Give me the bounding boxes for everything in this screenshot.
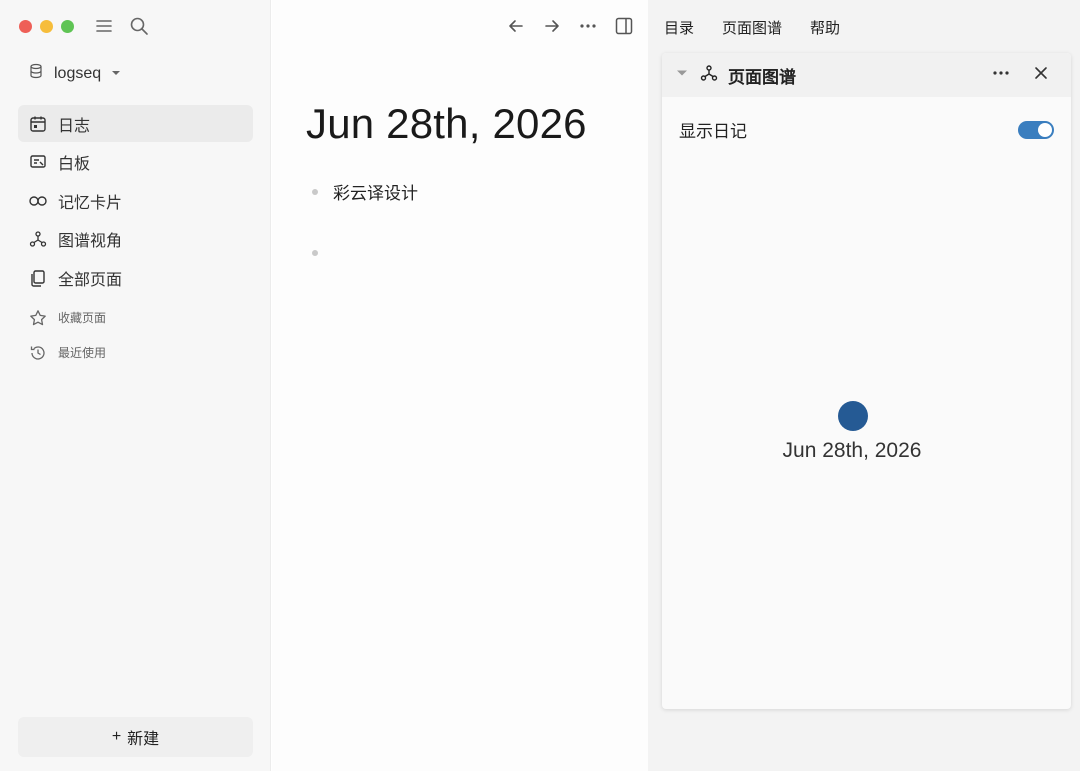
pages-icon — [28, 268, 48, 288]
workspace-name: logseq — [54, 64, 102, 82]
sidebar-item-journals[interactable]: 日志 — [18, 105, 253, 142]
graph-node-label[interactable]: Jun 28th, 2026 — [662, 439, 1042, 463]
collapse-caret-icon[interactable] — [676, 66, 688, 84]
sidebar-item-label: 全部页面 — [58, 271, 123, 289]
more-dots-icon[interactable] — [991, 63, 1011, 88]
block-bullet[interactable] — [312, 188, 318, 195]
sidebar-item-label: 白板 — [58, 156, 91, 173]
block-empty[interactable] — [312, 243, 333, 263]
toggle-right-sidebar-icon[interactable] — [612, 14, 636, 38]
minimize-window-button[interactable] — [40, 20, 53, 33]
sidebar-item-label: 记忆卡片 — [58, 194, 123, 212]
page-graph-panel: 页面图谱 显示日记 Jun 28th, 2026 — [662, 53, 1071, 709]
window-controls — [19, 20, 74, 33]
sidebar-item-flashcards[interactable]: 记忆卡片 — [18, 182, 253, 219]
infinity-icon — [28, 191, 48, 211]
show-journals-toggle[interactable] — [1018, 121, 1054, 139]
panel-title: 页面图谱 — [728, 67, 796, 87]
graph-icon — [28, 229, 48, 249]
page-title[interactable]: Jun 28th, 2026 — [306, 100, 587, 148]
graph-node[interactable] — [838, 401, 868, 431]
new-button-label: 新建 — [127, 731, 160, 748]
menu-icon[interactable] — [92, 14, 116, 38]
sidebar-item-graph-view[interactable]: 图谱视角 — [18, 221, 253, 258]
star-icon — [28, 308, 48, 328]
right-sidebar-tabs: 目录 页面图谱 帮助 — [664, 17, 840, 38]
main-content: Jun 28th, 2026 彩云译设计 — [272, 0, 648, 771]
tab-help[interactable]: 帮助 — [810, 17, 840, 38]
plus-icon: + — [111, 728, 122, 745]
toggle-knob — [1038, 123, 1052, 137]
more-dots-icon[interactable] — [576, 14, 600, 38]
sidebar-item-recent[interactable]: 最近使用 — [18, 335, 253, 370]
sidebar-item-favorites[interactable]: 收藏页面 — [18, 300, 253, 335]
left-sidebar: logseq 日志 白板 记忆卡片 图谱视角 全部页面 收藏页面 最近使用 + … — [0, 0, 271, 771]
sidebar-item-whiteboards[interactable]: 白板 — [18, 144, 253, 181]
block[interactable]: 彩云译设计 — [312, 179, 418, 204]
tab-page-graph[interactable]: 页面图谱 — [722, 17, 782, 38]
block-bullet[interactable] — [312, 250, 318, 256]
close-icon[interactable] — [1031, 63, 1051, 88]
back-arrow-icon[interactable] — [504, 14, 528, 38]
history-icon — [28, 343, 48, 363]
sidebar-item-all-pages[interactable]: 全部页面 — [18, 259, 253, 296]
whiteboard-icon — [28, 152, 48, 172]
maximize-window-button[interactable] — [61, 20, 74, 33]
right-sidebar: 目录 页面图谱 帮助 页面图谱 显示日记 Jun 28th, 2026 — [648, 0, 1080, 771]
sidebar-item-label: 图谱视角 — [58, 233, 123, 250]
sidebar-item-label: 最近使用 — [58, 346, 107, 360]
sidebar-nav: 日志 白板 记忆卡片 图谱视角 全部页面 收藏页面 最近使用 — [18, 105, 253, 370]
new-page-button[interactable]: + 新建 — [18, 717, 253, 757]
workspace-selector[interactable]: logseq — [28, 63, 121, 84]
show-journals-label: 显示日记 — [679, 122, 747, 141]
main-toolbar — [504, 14, 636, 38]
sidebar-item-label: 收藏页面 — [58, 311, 107, 325]
graph-icon — [700, 64, 718, 87]
close-window-button[interactable] — [19, 20, 32, 33]
database-icon — [28, 63, 44, 84]
search-icon[interactable] — [127, 14, 151, 38]
block-content[interactable]: 彩云译设计 — [333, 179, 418, 204]
calendar-icon — [28, 114, 48, 134]
tab-contents[interactable]: 目录 — [664, 17, 694, 38]
panel-actions — [991, 63, 1051, 88]
panel-header: 页面图谱 — [662, 53, 1071, 97]
caret-down-icon — [111, 65, 121, 83]
forward-arrow-icon[interactable] — [540, 14, 564, 38]
sidebar-item-label: 日志 — [58, 117, 91, 135]
